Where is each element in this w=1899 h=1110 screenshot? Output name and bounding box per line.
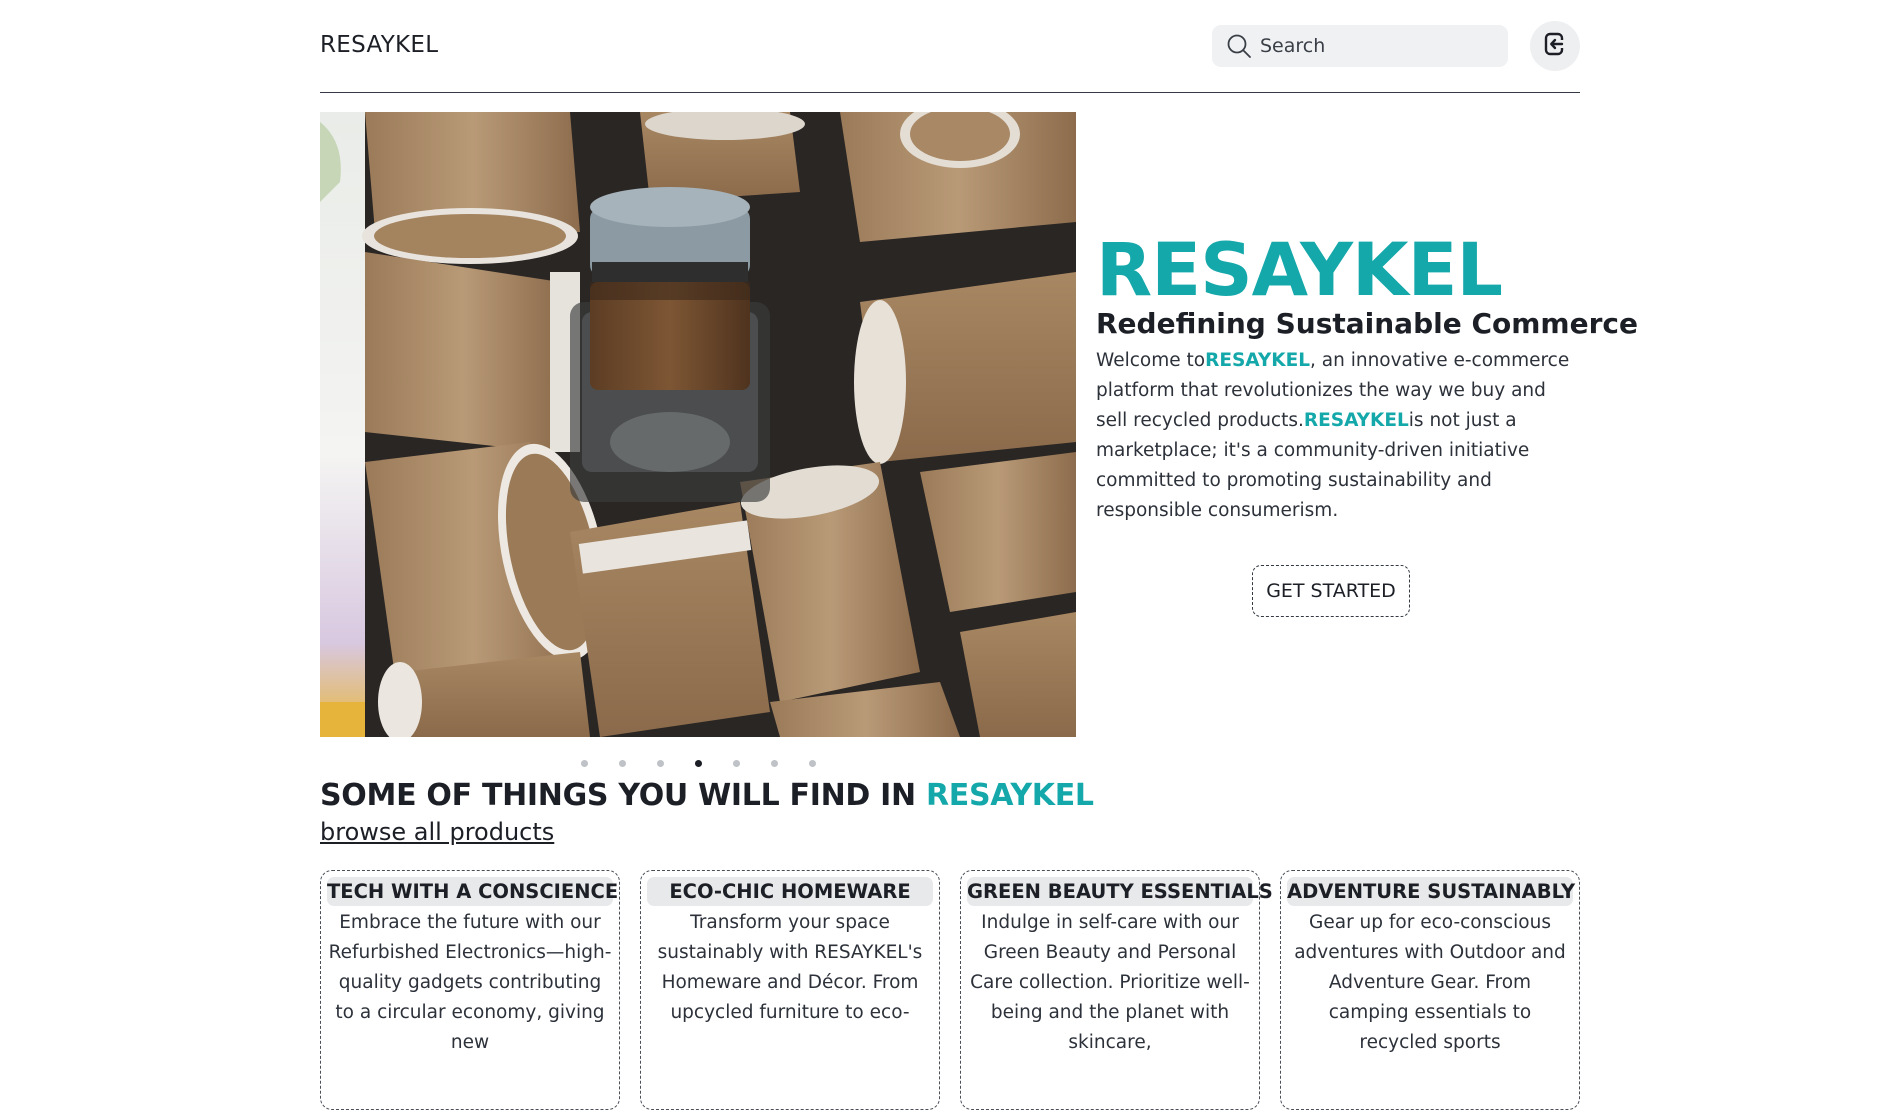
carousel-dot-4[interactable]	[694, 760, 702, 767]
brand-logo-text[interactable]: RESAYKEL	[320, 32, 438, 58]
login-icon	[1542, 31, 1568, 61]
things-title-accent: RESAYKEL	[925, 778, 1094, 813]
carousel-dot-7[interactable]	[808, 760, 816, 767]
card-title: GREEN BEAUTY ESSENTIALS	[967, 877, 1273, 906]
search-bar[interactable]	[1212, 25, 1508, 67]
card-text: Embrace the future with our Refurbished …	[328, 912, 612, 1053]
things-title-prefix: SOME OF THINGS YOU WILL FIND IN	[320, 778, 926, 813]
hero-title: RESAYKEL	[1096, 228, 1503, 313]
page: RESAYKEL Search RESAYKEL Redefining Sust…	[320, 0, 1638, 1110]
desc-text-1: Welcome to	[1096, 350, 1206, 371]
hero-description: Welcome toRESAYKEL, an innovative e-comm…	[1096, 346, 1582, 526]
category-card-tech[interactable]: TECH WITH A CONSCIENCE Embrace the futur…	[320, 870, 620, 1110]
carousel-dot-1[interactable]	[580, 760, 588, 767]
carousel-dot-2[interactable]	[618, 760, 626, 767]
desc-brand-1: RESAYKEL	[1205, 350, 1310, 371]
hero-text: RESAYKEL Redefining Sustainable Commerce…	[1096, 228, 1638, 526]
things-section-title: SOME OF THINGS YOU WILL FIND IN RESAYKEL	[320, 778, 1094, 813]
login-button[interactable]	[1530, 21, 1580, 71]
hero-subtitle: Redefining Sustainable Commerce	[1096, 307, 1638, 340]
get-started-button[interactable]: GET STARTED	[1252, 565, 1410, 617]
hero-section: RESAYKEL Redefining Sustainable Commerce…	[320, 112, 1638, 767]
site-header: RESAYKEL	[320, 0, 1580, 93]
card-text: Gear up for eco-conscious adventures wit…	[1294, 912, 1566, 1053]
coffee-cups-photo	[320, 112, 1076, 737]
card-title: ADVENTURE SUSTAINABLY	[1287, 877, 1575, 906]
category-cards: TECH WITH A CONSCIENCE Embrace the futur…	[320, 870, 1580, 1110]
browse-all-products-link[interactable]: browse all products	[320, 818, 554, 846]
category-card-homeware[interactable]: ECO-CHIC HOMEWARE Transform your space s…	[640, 870, 940, 1110]
card-title: TECH WITH A CONSCIENCE	[327, 877, 618, 906]
desc-brand-2: RESAYKEL	[1303, 410, 1409, 431]
hero-carousel-image[interactable]	[320, 112, 1076, 737]
card-text: Indulge in self-care with our Green Beau…	[970, 912, 1250, 1053]
card-title: ECO-CHIC HOMEWARE	[647, 877, 933, 906]
carousel-dot-3[interactable]	[656, 760, 664, 767]
carousel-dot-5[interactable]	[732, 760, 740, 767]
search-icon[interactable]	[1224, 31, 1254, 61]
carousel-dots	[320, 755, 1076, 775]
carousel-dot-6[interactable]	[770, 760, 778, 767]
search-input[interactable]	[1260, 35, 1490, 57]
card-text: Transform your space sustainably with RE…	[657, 912, 923, 1023]
category-card-beauty[interactable]: GREEN BEAUTY ESSENTIALS Indulge in self-…	[960, 870, 1273, 1110]
category-card-adventure[interactable]: ADVENTURE SUSTAINABLY Gear up for eco-co…	[1280, 870, 1580, 1110]
